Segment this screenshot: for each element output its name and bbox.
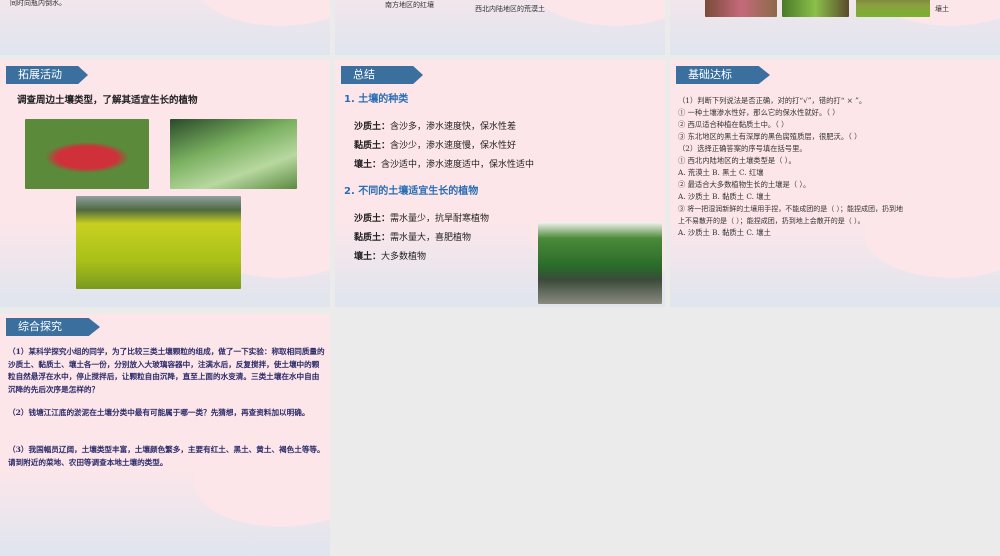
explore-question-3: （3）我国幅员辽阔，土壤类型丰富，土壤颜色繁多，主要有红土、黑土、黄土、褐色土等… [8,445,325,467]
heading-plants: 2. 不同的土壤适宜生长的植物 [344,186,479,197]
plant-desc: 需水量少，抗旱耐寒植物 [390,214,490,224]
soil-type-row: 沙质土：含沙多，渗水速度快，保水性差 [354,119,516,132]
tree-image [856,0,930,17]
cabbage-field-image [170,119,297,189]
slide-title-tag: 拓展活动 [6,66,88,84]
caption-red-soil: 南方地区的红壤 [385,1,434,9]
flower-bed-image [25,119,149,189]
flowers-image [705,0,777,17]
soil-name: 壤土： [354,160,382,170]
explore-question-2: （2）钱塘江江底的淤泥在土壤分类中最有可能属于哪一类？先猜想，再查资料加以明确。 [8,408,310,417]
vegetables-image [782,0,849,17]
question-line: ③ 将一把湿润新鲜的土壤用手捏，不能成团的是（ ）；能捏成团，扔到地 [678,205,903,213]
slide-thumbnail-1[interactable]: 同时向瓶内倒水。 [0,0,330,55]
question-line: 上不易散开的是（ ）；能捏成团，扔到地上会散开的是（ ）。 [678,217,865,225]
question-line: A. 沙质土 B. 黏质土 C. 壤土 [678,228,771,237]
question-line: （2）选择正确答案的序号填在括号里。 [678,144,807,153]
question-line: ③ 东北地区的黑土有深厚的黑色腐殖质层，很肥沃。（ ） [678,132,862,141]
slide-title-tag: 基础达标 [676,66,770,84]
soil-type-row: 壤土：含沙适中，渗水速度适中，保水性适中 [354,157,534,170]
plant-desc: 需水量大，喜肥植物 [390,233,472,243]
soil-name: 沙质土： [354,214,391,224]
soil-desc: 含沙适中，渗水速度适中，保水性适中 [381,160,535,170]
slide-thumbnail-basic[interactable]: 基础达标 （1）判断下列说法是否正确，对的打“√”，错的打“ × ”。 ① 一种… [670,60,1000,307]
slide-thumbnail-expand[interactable]: 拓展活动 调查周边土壤类型，了解其适宜生长的植物 [0,60,330,307]
soil-name: 壤土： [354,252,382,262]
question-line: ② 西瓜适合种植在黏质土中。（ ） [678,120,789,129]
plant-row: 壤土：大多数植物 [354,249,426,262]
slide-text: 同时向瓶内倒水。 [10,0,66,7]
slide-thumbnail-2[interactable]: 南方地区的红壤 西北内陆地区的荒漠土 [335,0,665,55]
slide-thumbnail-explore[interactable]: 综合探究 （1）某科学探究小组的同学，为了比较三类土壤颗粒的组成，做了一下实验：… [0,314,330,556]
riverside-trees-image [538,222,662,304]
slide-title-tag: 综合探究 [6,318,100,336]
plant-desc: 大多数植物 [381,252,427,262]
heading-soil-types: 1. 土壤的种类 [344,94,409,105]
explore-question-1: （1）某科学探究小组的同学，为了比较三类土壤颗粒的组成，做了一下实验：称取相同质… [8,347,325,394]
question-line: （1）判断下列说法是否正确，对的打“√”，错的打“ × ”。 [678,96,867,105]
question-line: ① 西北内陆地区的土壤类型是（ ）。 [678,156,796,165]
question-line: A. 沙质土 B. 黏质土 C. 壤土 [678,192,771,201]
soil-name: 黏质土： [354,233,391,243]
soil-desc: 含沙少，渗水速度慢，保水性好 [390,141,517,151]
slide-background [0,0,330,55]
rapeseed-field-image [76,196,241,289]
question-line: ② 最适合大多数植物生长的土壤是（ ）。 [678,180,811,189]
caption-desert-soil: 西北内陆地区的荒漠土 [475,5,545,13]
slide-heading: 调查周边土壤类型，了解其适宜生长的植物 [17,95,198,106]
soil-name: 黏质土： [354,141,391,151]
question-line: ① 一种土壤渗水性好，那么它的保水性就好。（ ） [678,108,840,117]
question-line: A. 荒漠土 B. 黑土 C. 红壤 [678,168,764,177]
soil-type-row: 黏质土：含沙少，渗水速度慢，保水性好 [354,138,516,151]
soil-desc: 含沙多，渗水速度快，保水性差 [390,122,517,132]
plant-row: 黏质土：需水量大，喜肥植物 [354,230,471,243]
plant-row: 沙质土：需水量少，抗旱耐寒植物 [354,211,489,224]
soil-name: 沙质土： [354,122,391,132]
slide-title-tag: 总结 [341,66,423,84]
slide-thumbnail-summary[interactable]: 总结 1. 土壤的种类 沙质土：含沙多，渗水速度快，保水性差 黏质土：含沙少，渗… [335,60,665,307]
slide-thumbnail-3[interactable]: 壤土 [670,0,1000,55]
slide-background [0,466,330,556]
loam-label: 壤土 [935,5,949,13]
